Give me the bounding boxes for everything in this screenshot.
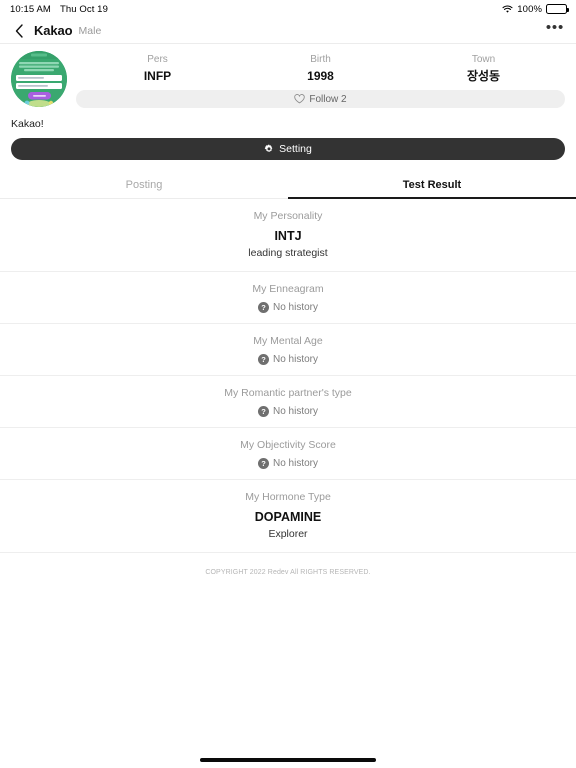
result-row-personality[interactable]: My Personality INTJ leading strategist bbox=[0, 199, 576, 272]
back-button[interactable] bbox=[10, 22, 28, 40]
chevron-left-icon bbox=[15, 23, 23, 38]
navigation-bar: Kakao Male ••• bbox=[0, 18, 576, 44]
no-history-status: ? No history bbox=[0, 302, 576, 313]
result-value: INTJ bbox=[274, 229, 302, 243]
result-row-enneagram[interactable]: My Enneagram ? No history bbox=[0, 272, 576, 324]
profile-avatar[interactable] bbox=[11, 51, 67, 107]
wifi-icon bbox=[502, 5, 513, 14]
no-history-label: No history bbox=[272, 406, 318, 417]
stat-value: 장성동 bbox=[466, 69, 501, 83]
app-screen: 10:15 AM Thu Oct 19 100% Kakao Male ••• … bbox=[0, 0, 576, 768]
status-bar-left: 10:15 AM Thu Oct 19 bbox=[10, 4, 108, 15]
result-description: leading strategist bbox=[248, 247, 328, 259]
no-history-status: ? No history bbox=[0, 354, 576, 365]
stat-label: Town bbox=[471, 54, 496, 65]
result-row-objectivity-score[interactable]: My Objectivity Score ? No history bbox=[0, 428, 576, 480]
no-history-label: No history bbox=[272, 354, 318, 365]
result-row-hormone-type[interactable]: My Hormone Type DOPAMINE Explorer bbox=[0, 480, 576, 553]
battery-percent-label: 100% bbox=[517, 3, 542, 15]
result-value: DOPAMINE bbox=[254, 510, 322, 524]
result-row-mental-age[interactable]: My Mental Age ? No history bbox=[0, 324, 576, 376]
stat-label: Birth bbox=[310, 54, 331, 65]
page-subtitle-gender: Male bbox=[78, 24, 102, 37]
tab-posting[interactable]: Posting bbox=[0, 171, 288, 198]
more-horizontal-icon[interactable]: ••• bbox=[546, 20, 564, 37]
profile-stats: Pers INFP Birth 1998 Town 장성동 bbox=[76, 51, 565, 84]
result-title: My Romantic partner's type bbox=[224, 387, 352, 399]
copyright-text: COPYRIGHT 2022 Redev All RIGHTS RESERVED… bbox=[205, 569, 371, 576]
result-title: My Objectivity Score bbox=[240, 439, 336, 451]
follow-button[interactable]: Follow 2 bbox=[76, 90, 565, 108]
status-date: Thu Oct 19 bbox=[59, 3, 108, 15]
question-mark-icon: ? bbox=[257, 406, 269, 417]
heart-outline-icon bbox=[294, 94, 306, 104]
home-indicator[interactable] bbox=[200, 758, 376, 762]
no-history-status: ? No history bbox=[0, 406, 576, 417]
no-history-label: No history bbox=[272, 302, 318, 313]
status-bar-right: 100% bbox=[502, 3, 569, 15]
no-history-status: ? No history bbox=[0, 458, 576, 469]
follow-label: Follow 2 bbox=[309, 93, 347, 105]
profile-header: Pers INFP Birth 1998 Town 장성동 Follow 2 bbox=[0, 44, 576, 108]
stat-label: Pers bbox=[147, 54, 168, 65]
question-mark-icon: ? bbox=[257, 302, 269, 313]
test-result-list: My Personality INTJ leading strategist M… bbox=[0, 199, 576, 553]
result-title: My Enneagram bbox=[252, 283, 324, 295]
avatar-image bbox=[11, 51, 67, 107]
stat-pers: Pers INFP bbox=[76, 53, 239, 84]
result-title: My Personality bbox=[253, 210, 323, 222]
setting-label: Setting bbox=[279, 143, 312, 155]
result-description: Explorer bbox=[268, 528, 308, 540]
stat-town: Town 장성동 bbox=[402, 53, 565, 84]
status-time: 10:15 AM bbox=[10, 3, 51, 15]
tab-test-result[interactable]: Test Result bbox=[288, 171, 576, 199]
result-row-romantic-partner-type[interactable]: My Romantic partner's type ? No history bbox=[0, 376, 576, 428]
stat-birth: Birth 1998 bbox=[239, 53, 402, 84]
setting-button-container: Setting bbox=[0, 130, 576, 160]
stat-value: 1998 bbox=[307, 69, 334, 83]
page-title: Kakao bbox=[34, 23, 73, 38]
tab-bar: Posting Test Result bbox=[0, 171, 576, 199]
no-history-label: No history bbox=[272, 458, 318, 469]
profile-details: Pers INFP Birth 1998 Town 장성동 Follow 2 bbox=[76, 51, 565, 108]
setting-button[interactable]: Setting bbox=[11, 138, 565, 160]
status-bar: 10:15 AM Thu Oct 19 100% bbox=[0, 0, 576, 18]
result-title: My Mental Age bbox=[253, 335, 323, 347]
gear-icon bbox=[264, 144, 274, 154]
battery-icon bbox=[546, 4, 569, 14]
stat-value: INFP bbox=[143, 69, 172, 83]
question-mark-icon: ? bbox=[257, 458, 269, 469]
result-title: My Hormone Type bbox=[245, 491, 331, 503]
question-mark-icon: ? bbox=[257, 354, 269, 365]
profile-bio: Kakao! bbox=[11, 118, 44, 130]
